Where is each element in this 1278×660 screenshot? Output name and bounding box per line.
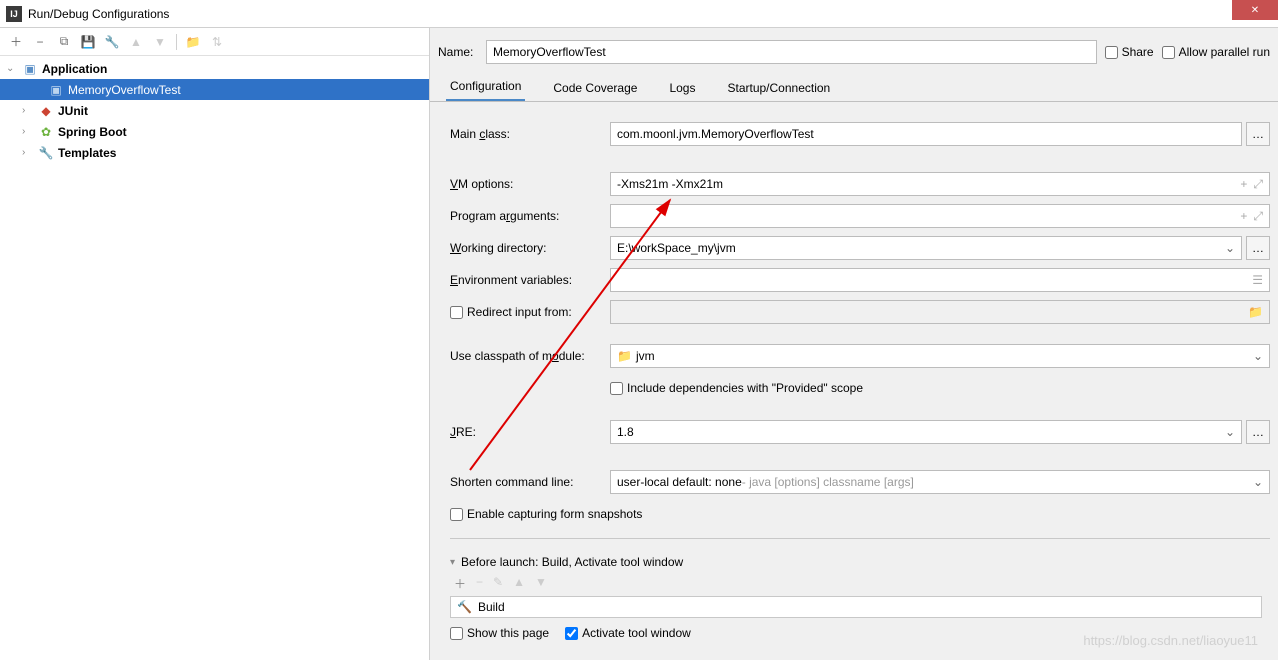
titlebar: IJ Run/Debug Configurations ✕ [0, 0, 1278, 28]
folder-icon: 📁 [1248, 305, 1263, 319]
config-tree: ⌄ ▣ Application ▣ MemoryOverflowTest › ◆… [0, 56, 429, 660]
use-classpath-label: Use classpath of module: [450, 349, 610, 363]
program-args-input[interactable]: +⤢ [610, 204, 1270, 228]
tabs: Configuration Code Coverage Logs Startup… [430, 72, 1278, 102]
tab-configuration[interactable]: Configuration [446, 73, 525, 101]
working-dir-browse-button[interactable]: … [1246, 236, 1270, 260]
right-panel: Name: Share Allow parallel run Configura… [430, 28, 1278, 660]
tree-node-selected[interactable]: ▣ MemoryOverflowTest [0, 79, 429, 100]
tab-logs[interactable]: Logs [665, 75, 699, 101]
tree-label: Spring Boot [58, 125, 127, 139]
activate-tool-window-checkbox[interactable]: Activate tool window [565, 626, 691, 640]
jre-label: JRE: [450, 425, 610, 439]
left-panel: ＋ − ⧉ 💾 🔧 ▲ ▼ 📁 ⇅ ⌄ ▣ Application ▣ Memo… [0, 28, 430, 660]
tree-label: Application [42, 62, 107, 76]
parallel-checkbox[interactable]: Allow parallel run [1162, 45, 1270, 59]
expand-icon[interactable]: ⤢ [1253, 177, 1263, 192]
window-title: Run/Debug Configurations [28, 7, 169, 21]
tree-node-springboot[interactable]: › ✿ Spring Boot [0, 121, 429, 142]
chevron-right-icon: › [22, 147, 34, 158]
wrench-icon: 🔧 [38, 145, 54, 161]
application-icon: ▣ [48, 82, 64, 98]
config-form: Main class: com.moonl.jvm.MemoryOverflow… [430, 102, 1278, 660]
env-vars-label: Environment variables: [450, 273, 610, 287]
before-launch-section: ▾ Before launch: Build, Activate tool wi… [450, 551, 1270, 648]
enable-snapshots-checkbox[interactable]: Enable capturing form snapshots [450, 507, 642, 521]
working-dir-input[interactable]: E:\workSpace_my\jvm [610, 236, 1242, 260]
tree-label: JUnit [58, 104, 88, 118]
name-input[interactable] [486, 40, 1097, 64]
module-icon: 📁 [617, 349, 632, 363]
close-button[interactable]: ✕ [1232, 0, 1278, 20]
before-launch-item: Build [478, 600, 505, 614]
folder-move-icon[interactable]: 📁 [185, 34, 201, 50]
spring-icon: ✿ [38, 124, 54, 140]
share-checkbox[interactable]: Share [1105, 45, 1154, 59]
app-icon: IJ [6, 6, 22, 22]
name-label: Name: [438, 45, 478, 59]
chevron-down-icon[interactable]: ▾ [450, 557, 455, 568]
main-class-browse-button[interactable]: … [1246, 122, 1270, 146]
list-icon[interactable]: ☰ [1252, 273, 1263, 287]
shorten-label: Shorten command line: [450, 475, 610, 489]
redirect-input-field: 📁 [610, 300, 1270, 324]
plus-icon[interactable]: + [1240, 177, 1247, 192]
plus-icon[interactable]: + [1240, 209, 1247, 224]
chevron-down-icon: ⌄ [6, 63, 18, 74]
vm-options-input[interactable]: -Xms21m -Xmx21m +⤢ [610, 172, 1270, 196]
main-class-label: Main class: [450, 127, 610, 141]
down-icon[interactable]: ▼ [152, 34, 168, 50]
before-launch-list[interactable]: 🔨 Build [450, 596, 1262, 618]
up-icon[interactable]: ▲ [513, 575, 525, 592]
chevron-right-icon: › [22, 105, 34, 116]
tree-node-templates[interactable]: › 🔧 Templates [0, 142, 429, 163]
tree-node-application[interactable]: ⌄ ▣ Application [0, 58, 429, 79]
expand-icon[interactable]: ⤢ [1253, 209, 1263, 224]
remove-icon[interactable]: − [32, 34, 48, 50]
main-class-input[interactable]: com.moonl.jvm.MemoryOverflowTest [610, 122, 1242, 146]
down-icon[interactable]: ▼ [535, 575, 547, 592]
hammer-icon: 🔨 [457, 600, 472, 614]
show-this-page-checkbox[interactable]: Show this page [450, 626, 549, 640]
vm-options-label: VM options: [450, 177, 610, 191]
tab-code-coverage[interactable]: Code Coverage [549, 75, 641, 101]
copy-icon[interactable]: ⧉ [56, 34, 72, 50]
include-provided-checkbox[interactable]: Include dependencies with "Provided" sco… [610, 381, 863, 395]
working-dir-label: Working directory: [450, 241, 610, 255]
application-icon: ▣ [22, 61, 38, 77]
edit-icon[interactable]: ✎ [493, 575, 503, 592]
junit-icon: ◆ [38, 103, 54, 119]
wrench-icon[interactable]: 🔧 [104, 34, 120, 50]
add-icon[interactable]: ＋ [454, 575, 466, 592]
before-launch-header: Before launch: Build, Activate tool wind… [461, 555, 683, 569]
redirect-input-label: Redirect input from: [450, 305, 610, 319]
left-toolbar: ＋ − ⧉ 💾 🔧 ▲ ▼ 📁 ⇅ [0, 28, 429, 56]
add-icon[interactable]: ＋ [8, 34, 24, 50]
chevron-right-icon: › [22, 126, 34, 137]
tree-label: Templates [58, 146, 116, 160]
use-classpath-select[interactable]: 📁 jvm [610, 344, 1270, 368]
remove-icon[interactable]: − [476, 575, 483, 592]
save-icon[interactable]: 💾 [80, 34, 96, 50]
tree-node-junit[interactable]: › ◆ JUnit [0, 100, 429, 121]
tab-startup-connection[interactable]: Startup/Connection [723, 75, 834, 101]
jre-select[interactable]: 1.8 [610, 420, 1242, 444]
program-args-label: Program arguments: [450, 209, 610, 223]
up-icon[interactable]: ▲ [128, 34, 144, 50]
env-vars-input[interactable]: ☰ [610, 268, 1270, 292]
sort-icon[interactable]: ⇅ [209, 34, 225, 50]
jre-browse-button[interactable]: … [1246, 420, 1270, 444]
tree-label: MemoryOverflowTest [68, 83, 181, 97]
name-row: Name: Share Allow parallel run [430, 28, 1278, 72]
shorten-select[interactable]: user-local default: none - java [options… [610, 470, 1270, 494]
